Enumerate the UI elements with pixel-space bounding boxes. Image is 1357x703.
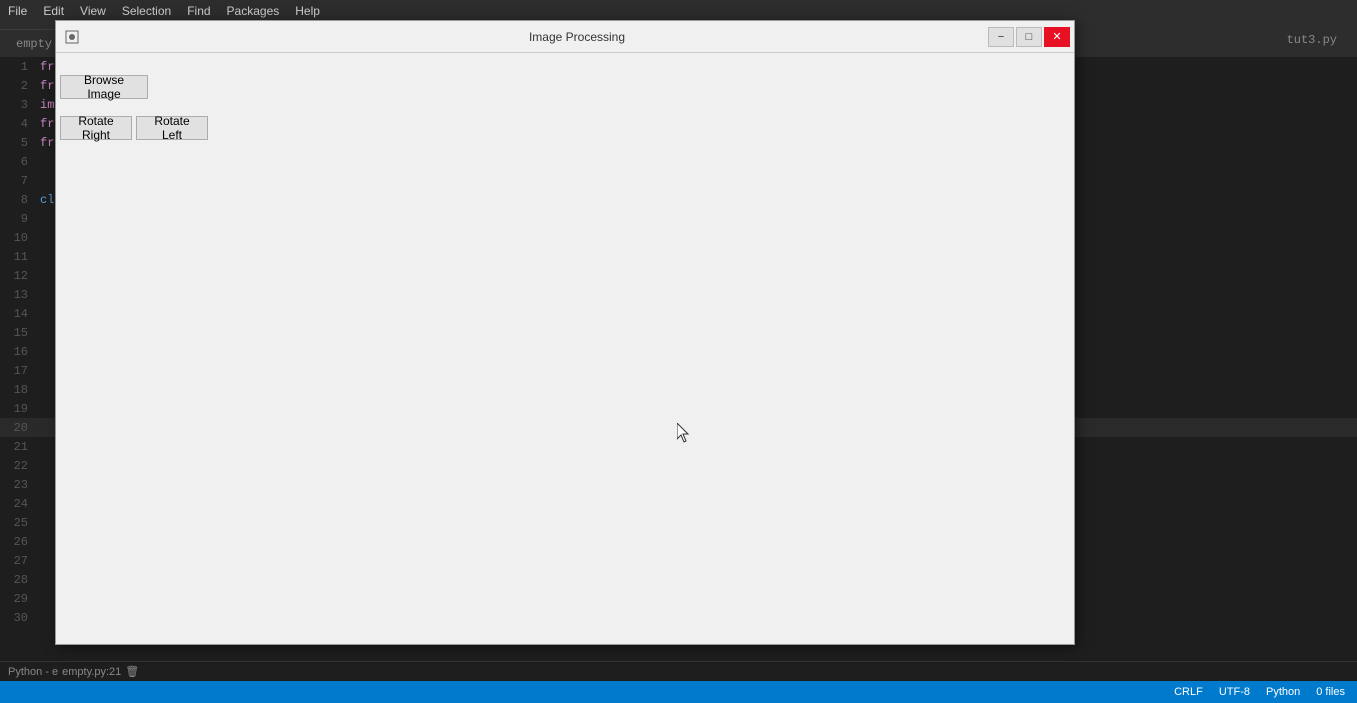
dialog-content: Browse Image Rotate Right Rotate Left bbox=[56, 53, 1074, 644]
status-icon: 🗑 bbox=[125, 665, 139, 678]
dialog-app-icon bbox=[64, 29, 80, 45]
rotate-right-button[interactable]: Rotate Right bbox=[60, 116, 132, 140]
bottom-bar: Python - e empty.py:21 🗑 bbox=[0, 661, 1357, 681]
dialog-window: Image Processing − □ ✕ Browse Image Rota… bbox=[55, 20, 1075, 645]
menu-selection[interactable]: Selection bbox=[122, 4, 171, 18]
dialog-minimize-button[interactable]: − bbox=[988, 27, 1014, 47]
menu-file[interactable]: File bbox=[8, 4, 27, 18]
menu-edit[interactable]: Edit bbox=[43, 4, 64, 18]
tab-tut3[interactable]: tut3.py bbox=[1287, 22, 1357, 57]
status-bar: CRLF UTF-8 Python 0 files bbox=[0, 681, 1357, 703]
status-python: Python - e bbox=[8, 666, 58, 678]
status-line-ending[interactable]: CRLF bbox=[1174, 686, 1203, 698]
menu-packages[interactable]: Packages bbox=[227, 4, 280, 18]
dialog-restore-button[interactable]: □ bbox=[1016, 27, 1042, 47]
rotate-left-button[interactable]: Rotate Left bbox=[136, 116, 208, 140]
status-filename: empty.py:21 bbox=[62, 666, 121, 678]
dialog-close-button[interactable]: ✕ bbox=[1044, 27, 1070, 47]
browse-image-button[interactable]: Browse Image bbox=[60, 75, 148, 99]
menu-help[interactable]: Help bbox=[295, 4, 320, 18]
status-language[interactable]: Python bbox=[1266, 686, 1300, 698]
status-right: CRLF UTF-8 Python 0 files bbox=[1174, 686, 1345, 698]
menu-bar: File Edit View Selection Find Packages H… bbox=[0, 0, 1357, 22]
dialog-title: Image Processing bbox=[88, 30, 1066, 44]
menu-view[interactable]: View bbox=[80, 4, 106, 18]
status-files: 0 files bbox=[1316, 686, 1345, 698]
menu-find[interactable]: Find bbox=[187, 4, 210, 18]
dialog-titlebar: Image Processing − □ ✕ bbox=[56, 21, 1074, 53]
status-encoding[interactable]: UTF-8 bbox=[1219, 686, 1250, 698]
dialog-controls: − □ ✕ bbox=[988, 27, 1070, 47]
